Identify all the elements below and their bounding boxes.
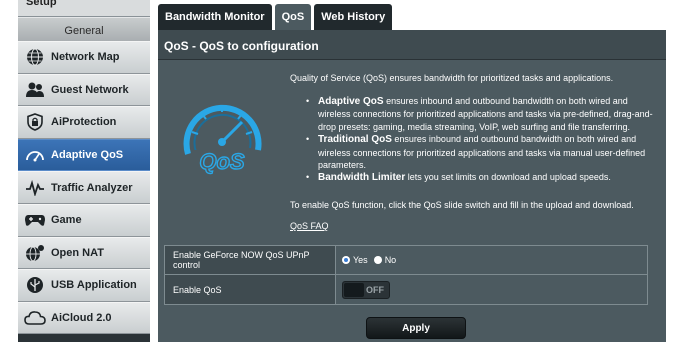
sidebar-item-label: Guest Network [51, 83, 129, 96]
sidebar-item-label: Traffic Analyzer [51, 181, 133, 194]
cloud-icon [24, 308, 46, 328]
geforce-qos-label: Enable GeForce NOW QoS UPnP control [165, 246, 336, 274]
sidebar-item-label: Adaptive QoS [51, 149, 124, 162]
sidebar-section-header: General [18, 17, 150, 41]
qos-logo: QoS [178, 92, 266, 182]
sidebar-item-guest-network[interactable]: Guest Network [18, 73, 150, 107]
bullet-text: lets you set limits on download and uplo… [405, 172, 611, 183]
radio-dot [342, 256, 350, 264]
bullet-term: Traditional QoS [318, 134, 392, 146]
intro-text: Quality of Service (QoS) ensures bandwid… [290, 73, 614, 83]
pulse-icon [24, 178, 46, 198]
page-title: QoS - QoS to configuration [164, 39, 319, 53]
sidebar-item-label: Network Map [51, 51, 120, 64]
sidebar-item-aicloud[interactable]: AiCloud 2.0 [18, 301, 150, 335]
sidebar-item-label: AiCloud 2.0 [51, 312, 112, 325]
list-item: Traditional QoS ensures inbound and outb… [290, 133, 662, 171]
sidebar-item-traffic-analyzer[interactable]: Traffic Analyzer [18, 171, 150, 204]
radio-dot [373, 256, 382, 264]
tab-bandwidth-monitor[interactable]: Bandwidth Monitor [158, 4, 272, 30]
apply-button[interactable]: Apply [366, 317, 466, 339]
sidebar-item-label: USB Application [51, 279, 137, 292]
radio-label: No [384, 255, 397, 265]
radio-label: Yes [353, 255, 368, 265]
feature-list: Adaptive QoS ensures inbound and outboun… [290, 95, 662, 185]
people-icon [24, 80, 46, 100]
shield-lock-icon [24, 112, 46, 132]
geforce-qos-options: Yes No [336, 246, 647, 274]
sidebar-item-label: AiProtection [51, 116, 117, 129]
list-item: Bandwidth Limiter lets you set limits on… [290, 171, 662, 184]
tab-bar: Bandwidth Monitor QoS Web History [158, 4, 666, 30]
toggle-knob [344, 282, 364, 297]
toggle-state-text: OFF [366, 284, 384, 295]
geforce-no-radio[interactable]: No [373, 255, 397, 265]
list-item: Adaptive QoS ensures inbound and outboun… [290, 95, 662, 133]
speedometer-icon [24, 145, 46, 165]
sidebar-item-network-map[interactable]: Network Map [18, 41, 150, 74]
bullet-term: Adaptive QoS [318, 96, 384, 107]
globe-icon [24, 47, 46, 67]
main-panel: Bandwidth Monitor QoS Web History QoS - … [158, 4, 666, 342]
sidebar-top-item[interactable]: Setup [18, 0, 150, 17]
tab-bar-filler [395, 4, 666, 30]
bullet-term: Bandwidth Limiter [318, 172, 406, 184]
geforce-yes-radio[interactable]: Yes [342, 255, 368, 265]
sidebar: Setup General Network Map Guest Network … [18, 0, 150, 342]
sidebar-item-label: Game [51, 214, 82, 227]
enable-instructions: To enable QoS function, click the QoS sl… [290, 200, 634, 210]
sidebar-item-label: Open NAT [51, 246, 104, 259]
enable-qos-toggle[interactable]: OFF [342, 280, 390, 299]
sidebar-item-usb-application[interactable]: USB Application [18, 269, 150, 302]
sidebar-item-adaptive-qos[interactable]: Adaptive QoS [18, 138, 150, 172]
table-row: Enable QoS OFF [165, 275, 647, 304]
table-row: Enable GeForce NOW QoS UPnP control Yes … [165, 246, 647, 275]
sidebar-top-label: Setup [26, 0, 57, 8]
tab-web-history[interactable]: Web History [314, 4, 393, 30]
sidebar-item-open-nat[interactable]: Open NAT [18, 236, 150, 270]
enable-qos-cell: OFF [336, 275, 647, 304]
qos-faq-link[interactable]: QoS FAQ [290, 221, 329, 231]
nat-globe-icon [24, 243, 46, 263]
settings-table: Enable GeForce NOW QoS UPnP control Yes … [164, 245, 648, 305]
sidebar-item-game[interactable]: Game [18, 203, 150, 237]
tab-qos[interactable]: QoS [274, 4, 312, 30]
qos-logo-text: QoS [199, 149, 245, 174]
enable-qos-label: Enable QoS [165, 275, 336, 304]
usb-icon [24, 275, 46, 295]
page-title-bar: QoS - QoS to configuration [158, 30, 666, 60]
gamepad-icon [24, 210, 46, 230]
sidebar-item-aiprotection[interactable]: AiProtection [18, 106, 150, 139]
